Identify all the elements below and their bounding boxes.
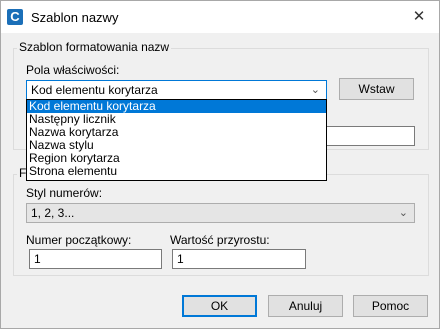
increment-input[interactable]: 1 [172,249,306,269]
dialog-title: Szablon nazwy [31,10,119,25]
chevron-down-icon: ⌄ [398,207,408,219]
close-icon[interactable]: ✕ [399,1,439,33]
ok-button[interactable]: OK [182,295,257,317]
start-number-input[interactable]: 1 [29,249,162,269]
title-bar: C Szablon nazwy ✕ [1,1,439,33]
property-fields-select[interactable]: Kod elementu korytarza ⌄ [26,80,327,100]
number-style-value: 1, 2, 3... [31,206,75,220]
property-fields-value: Kod elementu korytarza [31,83,158,97]
cancel-button[interactable]: Anuluj [268,295,343,317]
format-group-legend: Szablon formatowania nazw [17,40,172,54]
dropdown-option[interactable]: Strona elementu [27,165,326,178]
dialog-window: C Szablon nazwy ✕ Szablon formatowania n… [0,0,440,329]
number-style-label: Styl numerów: [26,186,103,200]
number-style-select[interactable]: 1, 2, 3... ⌄ [26,203,415,223]
increment-label: Wartość przyrostu: [170,233,270,247]
help-button[interactable]: Pomoc [353,295,428,317]
property-fields-label: Pola właściwości: [26,63,120,77]
chevron-down-icon: ⌄ [310,84,320,96]
app-icon: C [7,9,23,25]
property-fields-dropdown-list: Kod elementu korytarza Następny licznik … [26,99,327,181]
start-number-label: Numer początkowy: [26,233,132,247]
insert-button[interactable]: Wstaw [339,78,414,100]
